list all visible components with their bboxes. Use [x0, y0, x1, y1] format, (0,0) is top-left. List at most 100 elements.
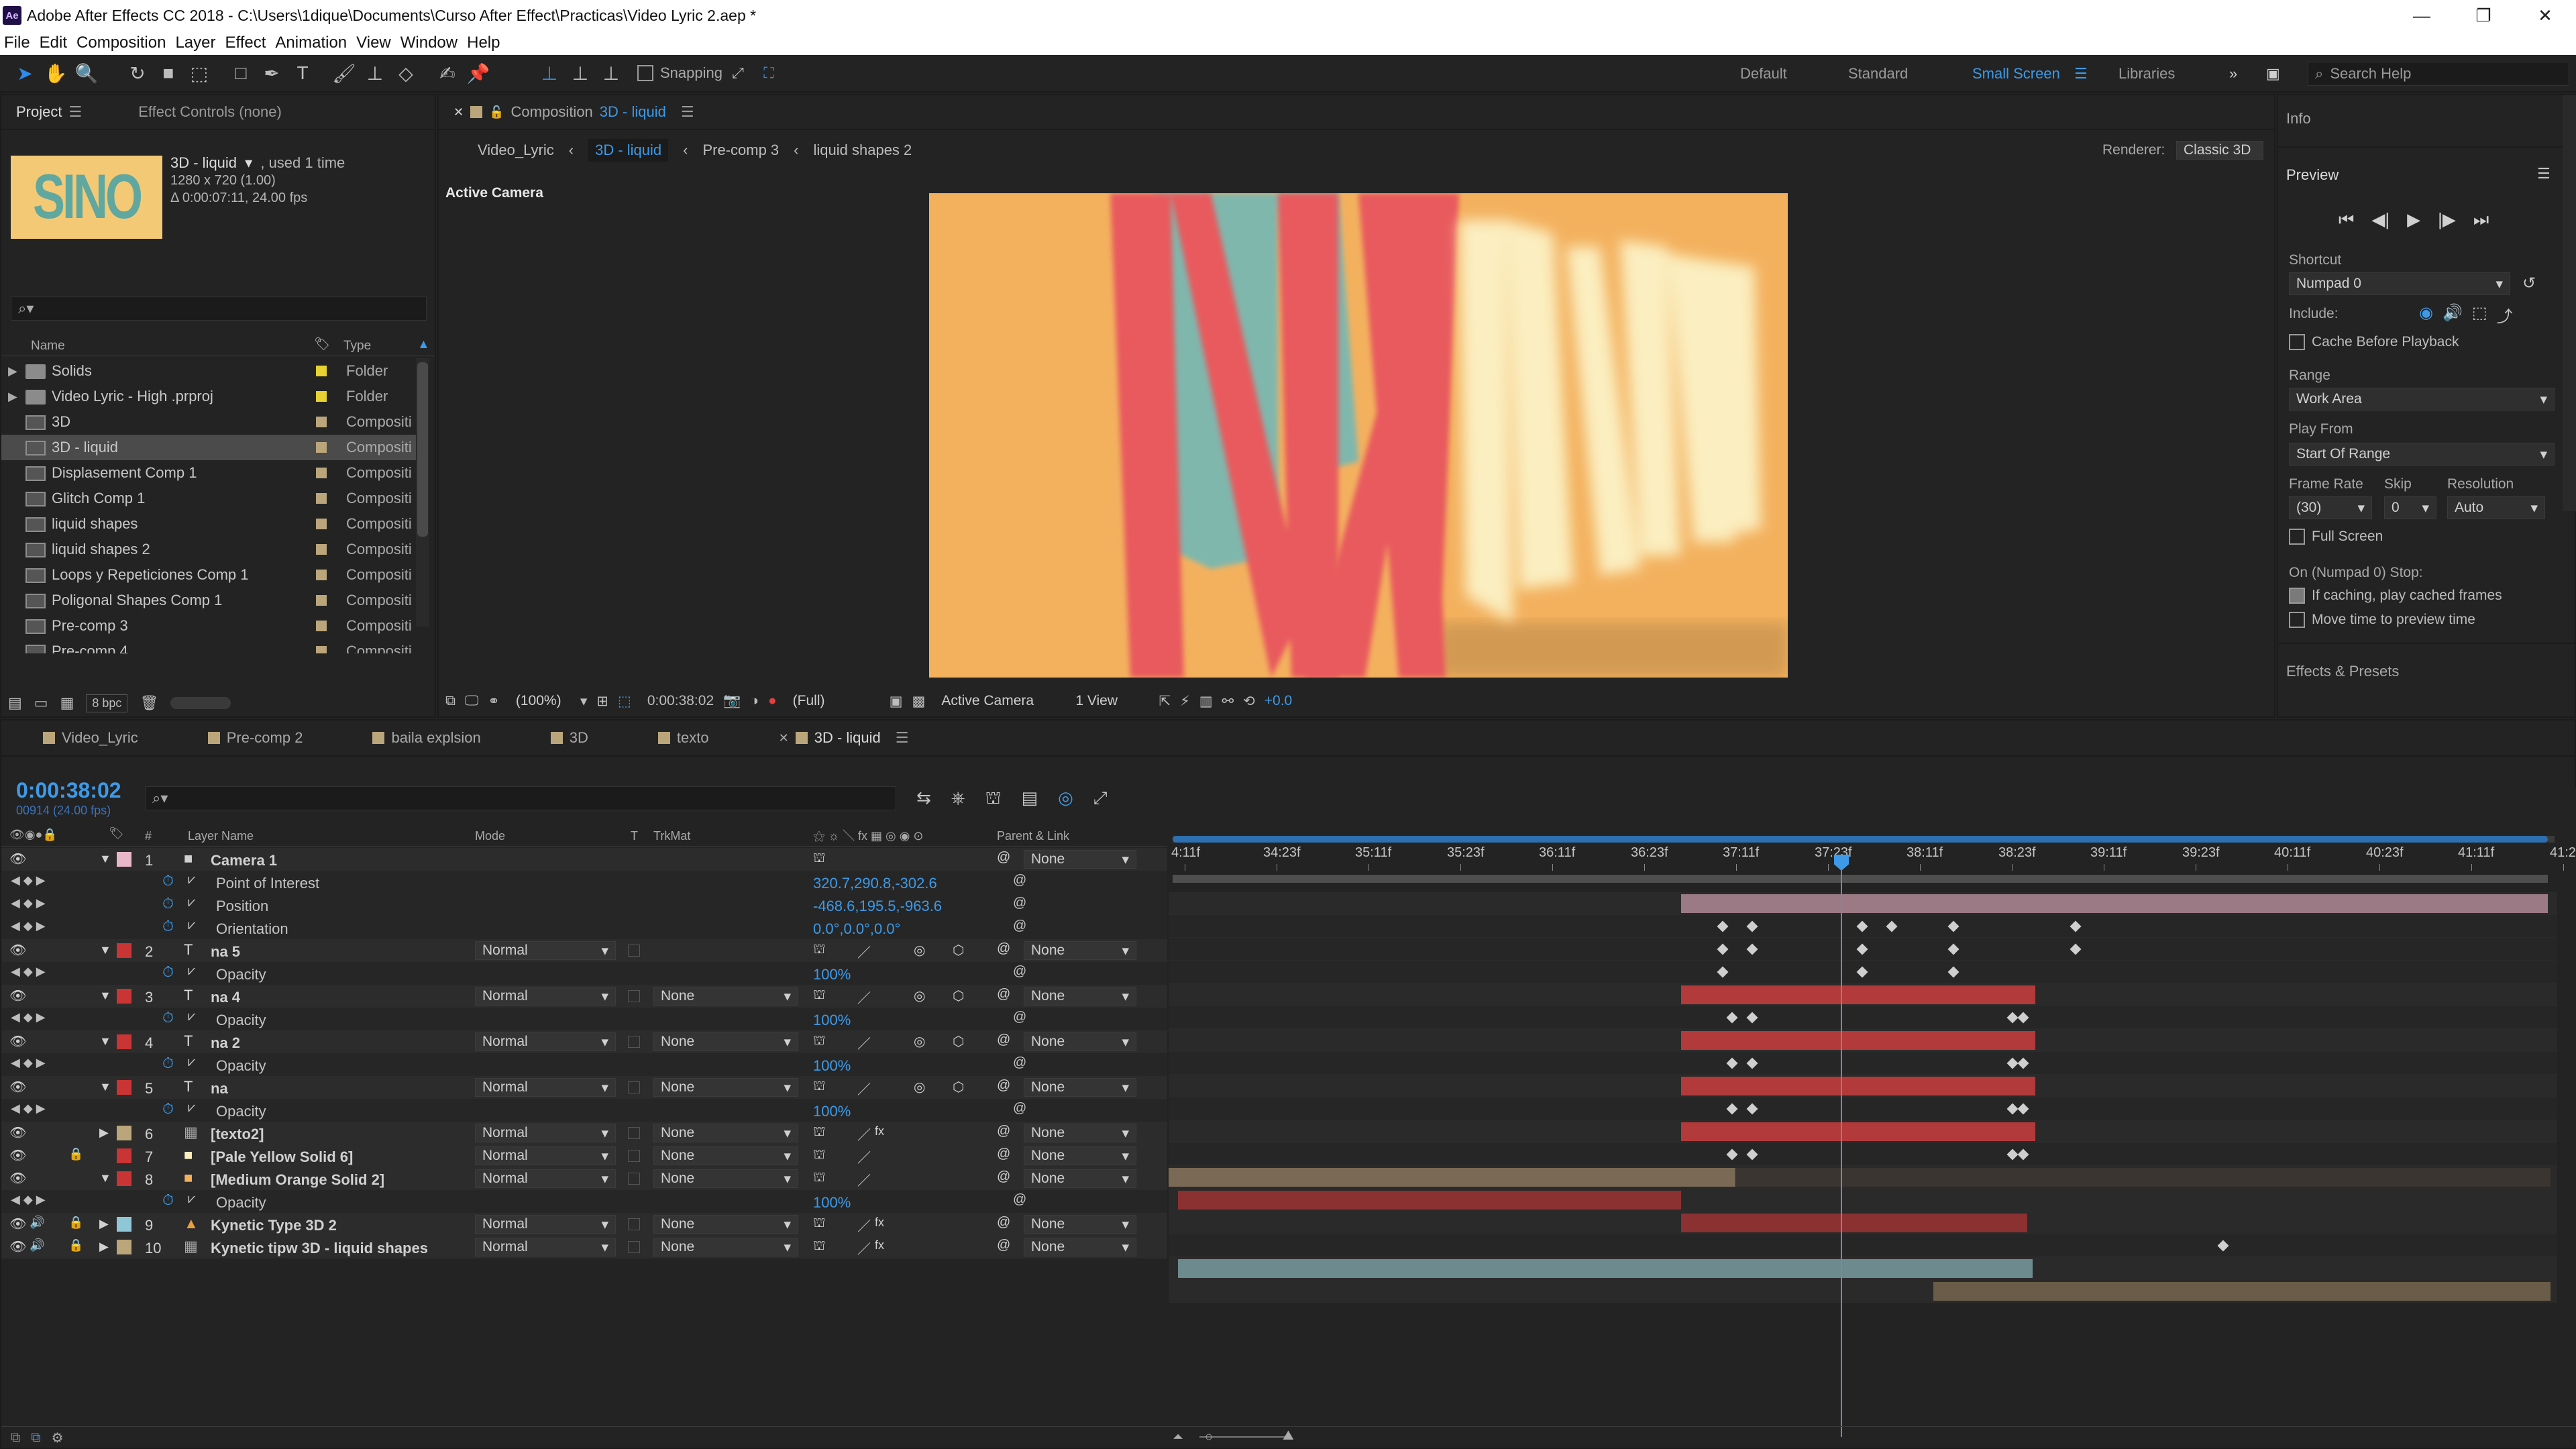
expand-icon[interactable]: ▼: [99, 943, 111, 957]
layer-row[interactable]: 👁 🔊 🔒 ▶ 9 ▲ Kynetic Type 3D 2 Normal ▾ None ▾ ⛫ ／ fx @…: [1, 1213, 1167, 1236]
audio-icon[interactable]: 🔊: [30, 1238, 44, 1252]
preserve-transparency-box[interactable]: [628, 1127, 640, 1139]
fullscreen-checkbox[interactable]: [2289, 529, 2305, 545]
layer-name[interactable]: [texto2]: [211, 1126, 264, 1143]
current-time-indicator[interactable]: [1841, 860, 1842, 1437]
property-value[interactable]: 100%: [813, 1194, 851, 1212]
quality-switch-icon[interactable]: ／: [857, 942, 871, 961]
last-frame-button[interactable]: ⏭: [2473, 209, 2489, 231]
include-audio-icon[interactable]: 🔊: [2443, 303, 2463, 327]
label-swatch[interactable]: [316, 468, 327, 478]
maximize-button[interactable]: ❐: [2453, 0, 2514, 31]
bpc-label[interactable]: 8 bpc: [86, 694, 128, 712]
new-folder-icon[interactable]: ▭: [34, 694, 48, 712]
pick-whip-icon[interactable]: @: [1013, 1010, 1026, 1025]
selected-item-dropdown-icon[interactable]: ▾: [245, 154, 252, 171]
3d-layer-switch-icon[interactable]: ⬡: [953, 1079, 964, 1095]
keyframe-navigator[interactable]: ◀ ◆ ▶: [11, 1010, 46, 1024]
project-item[interactable]: Displasement Comp 1 Compositi: [1, 460, 423, 486]
property-row[interactable]: ◀ ◆ ▶ ⏱ ⩗ Opacity 100% @: [1, 1190, 1167, 1213]
close-tab-icon[interactable]: ✕: [453, 105, 464, 119]
graph-icon[interactable]: ⩗: [188, 918, 195, 933]
snap-options-icon[interactable]: ⤢: [722, 58, 753, 89]
timeline-tab[interactable]: texto: [643, 729, 724, 747]
layer-label-swatch[interactable]: [117, 1217, 131, 1232]
rotate-tool-icon[interactable]: ↻: [122, 58, 153, 89]
blend-mode-dropdown[interactable]: Normal ▾: [475, 1215, 616, 1234]
thumbnail-slider[interactable]: [170, 697, 231, 709]
label-swatch[interactable]: [316, 366, 327, 376]
expand-icon[interactable]: ▶: [99, 1126, 109, 1140]
include-video-icon[interactable]: ◉: [2419, 303, 2433, 327]
property-row[interactable]: ◀ ◆ ▶ ⏱ ⩗ Position -468.6,195.5,-963.6 @: [1, 894, 1167, 916]
graph-icon[interactable]: ⩗: [188, 1009, 195, 1024]
keyframe-navigator[interactable]: ◀ ◆ ▶: [11, 1102, 46, 1116]
workspace-libraries[interactable]: Libraries: [2118, 55, 2175, 93]
toggle-switches-icon[interactable]: ⧉: [11, 1430, 20, 1446]
reset-shortcut-icon[interactable]: ↺: [2522, 274, 2536, 293]
graph-icon[interactable]: ⩗: [188, 895, 195, 910]
quality-switch-icon[interactable]: ／: [857, 1147, 871, 1167]
shy-switch-icon[interactable]: ⛫: [813, 1147, 825, 1164]
tab-project[interactable]: Project ☰: [1, 103, 97, 121]
property-value[interactable]: 100%: [813, 1012, 851, 1029]
stopwatch-icon[interactable]: ⏱: [162, 1009, 174, 1026]
parent-dropdown[interactable]: None ▾: [1024, 1124, 1136, 1142]
parent-dropdown[interactable]: None ▾: [1024, 1169, 1136, 1188]
track-matte-dropdown[interactable]: None ▾: [653, 1032, 798, 1051]
project-item[interactable]: 3D - liquid Compositi: [1, 435, 423, 460]
cache-before-playback[interactable]: Cache Before Playback: [2289, 334, 2459, 350]
layer-duration-bar[interactable]: [1681, 894, 2548, 913]
blend-mode-dropdown[interactable]: Normal ▾: [475, 941, 616, 960]
menu-window[interactable]: Window: [400, 34, 458, 52]
parent-dropdown[interactable]: None ▾: [1024, 1078, 1136, 1097]
menu-view[interactable]: View: [356, 34, 391, 52]
menu-composition[interactable]: Composition: [76, 34, 166, 52]
layer-row[interactable]: 👁 ▼ 4 Tna 2 Normal ▾ None ▾ ⛫ ／ ◎ ⬡ @ None ▾: [1, 1030, 1167, 1053]
shy-switch-icon[interactable]: ⛫: [813, 1170, 825, 1187]
label-column-icon[interactable]: 🏷: [314, 336, 330, 352]
timeline-lane[interactable]: [1169, 1143, 2557, 1166]
project-item[interactable]: ▶ Video Lyric - High .prproj Folder: [1, 384, 423, 409]
property-value[interactable]: 0.0°,0.0°,0.0°: [813, 920, 900, 938]
pick-whip-icon[interactable]: @: [997, 850, 1010, 865]
shy-layers-icon[interactable]: ⛫: [985, 788, 1002, 811]
pick-whip-icon[interactable]: @: [1013, 1192, 1026, 1208]
stopwatch-icon[interactable]: ⏱: [162, 963, 174, 981]
brush-tool-icon[interactable]: 🖌: [329, 58, 360, 89]
workspace-small-screen[interactable]: Small Screen: [1972, 55, 2060, 93]
keyframe-navigator[interactable]: ◀ ◆ ▶: [11, 1193, 46, 1207]
property-row[interactable]: ◀ ◆ ▶ ⏱ ⩗ Opacity 100% @: [1, 962, 1167, 985]
zoom-in-icon[interactable]: ⛰: [1283, 1428, 1294, 1444]
layer-label-swatch[interactable]: [117, 989, 131, 1004]
graph-icon[interactable]: ⩗: [188, 1100, 195, 1116]
project-item[interactable]: Pre-comp 4 Compositi: [1, 639, 423, 653]
project-item[interactable]: ▶ Solids Folder: [1, 358, 423, 384]
pick-whip-icon[interactable]: @: [997, 1124, 1010, 1139]
zoom-dropdown[interactable]: (100%): [509, 692, 571, 710]
renderer-dropdown[interactable]: Classic 3D: [2176, 141, 2263, 160]
quality-switch-icon[interactable]: ／: [857, 1170, 871, 1189]
framerate-dropdown[interactable]: (30) ▾: [2289, 496, 2372, 519]
keyframe-navigator[interactable]: ◀ ◆ ▶: [11, 896, 46, 910]
expand-icon[interactable]: ▼: [99, 852, 111, 866]
expand-icon[interactable]: ▶: [99, 1240, 109, 1254]
timeline-icon[interactable]: ▥: [1199, 693, 1213, 710]
parent-dropdown[interactable]: None ▾: [1024, 850, 1136, 869]
draft-3d-icon[interactable]: ⎈: [951, 788, 965, 811]
label-swatch[interactable]: [316, 417, 327, 427]
layer-row[interactable]: 👁 ▼ 5 Tna Normal ▾ None ▾ ⛫ ／ ◎ ⬡ @ None ▾: [1, 1076, 1167, 1099]
tab-composition[interactable]: ✕ 🔓 Composition 3D - liquid ☰: [439, 103, 709, 121]
pan-behind-tool-icon[interactable]: ⬚: [184, 58, 215, 89]
show-snapshot-icon[interactable]: ◑: [750, 693, 759, 709]
preserve-transparency-box[interactable]: [628, 1241, 640, 1253]
parent-dropdown[interactable]: None ▾: [1024, 987, 1136, 1006]
timeline-tab[interactable]: Video_Lyric: [28, 729, 153, 747]
views-layout-dropdown[interactable]: 1 View: [1069, 692, 1149, 710]
region-icon[interactable]: ▣: [890, 693, 903, 710]
graph-icon[interactable]: ⩗: [188, 1055, 195, 1070]
label-swatch[interactable]: [316, 519, 327, 529]
lock-icon[interactable]: 🔒: [68, 1216, 83, 1230]
layer-row[interactable]: 👁 ▼ 8 ■ [Medium Orange Solid 2] Normal ▾ None ▾ ⛫…: [1, 1167, 1167, 1190]
pick-whip-icon[interactable]: @: [1013, 873, 1026, 888]
